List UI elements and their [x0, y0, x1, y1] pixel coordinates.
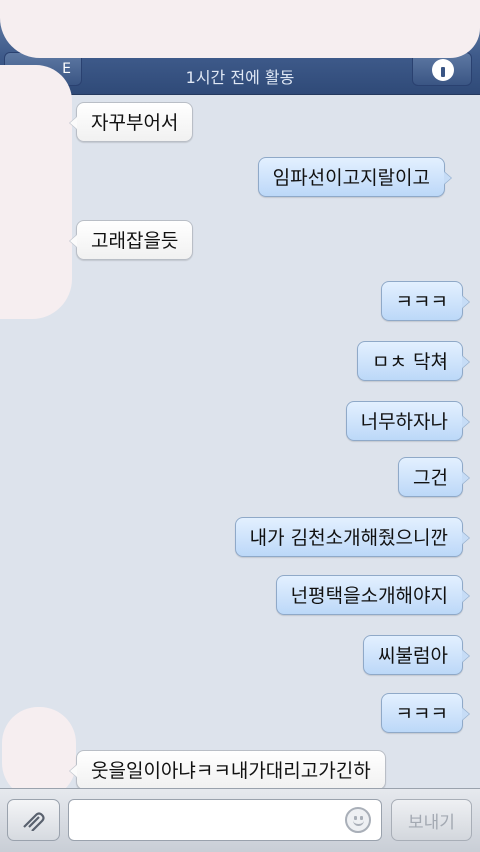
message-list: 자꾸부어서 임파선이고지랄이고 고래잡을듯 ㅋㅋㅋ ㅁㅊ 닥쳐 너무하자나 그건…: [0, 65, 480, 799]
avatar: [2, 707, 76, 799]
smiley-icon[interactable]: [345, 807, 371, 833]
message-bubble-incoming: 자꾸부어서: [68, 102, 194, 142]
message-bubble-outgoing: ㅋㅋㅋ: [380, 693, 471, 733]
message-bubble-outgoing: 너무하자나: [345, 401, 471, 441]
message-bubble-outgoing: 씨불럼아: [363, 635, 470, 675]
message-input-bar: 보내기: [0, 788, 480, 852]
message-bubble-outgoing: ㅁㅊ 닥쳐: [357, 341, 470, 381]
info-icon: [432, 59, 454, 81]
message-bubble-outgoing: 넌평택을소개해야지: [275, 575, 471, 615]
send-button[interactable]: 보내기: [391, 799, 472, 841]
message-bubble-outgoing: 그건: [398, 457, 470, 497]
last-active-status: 1시간 전에 활동: [185, 68, 295, 87]
avatar: [0, 65, 72, 319]
attach-button[interactable]: [7, 799, 60, 841]
redaction-mask: [0, 0, 480, 58]
message-bubble-incoming: 고래잡을듯: [68, 220, 194, 260]
message-bubble-incoming: 웃을일이아냐ㅋㅋ내가대리고가긴하: [69, 750, 386, 790]
message-bubble-outgoing: 임파선이고지랄이고: [257, 157, 453, 197]
message-bubble-outgoing: 내가 김천소개해줬으니깐: [234, 517, 471, 557]
message-input[interactable]: [68, 799, 382, 841]
paperclip-icon: [20, 812, 48, 837]
message-bubble-outgoing: ㅋㅋㅋ: [380, 281, 471, 321]
